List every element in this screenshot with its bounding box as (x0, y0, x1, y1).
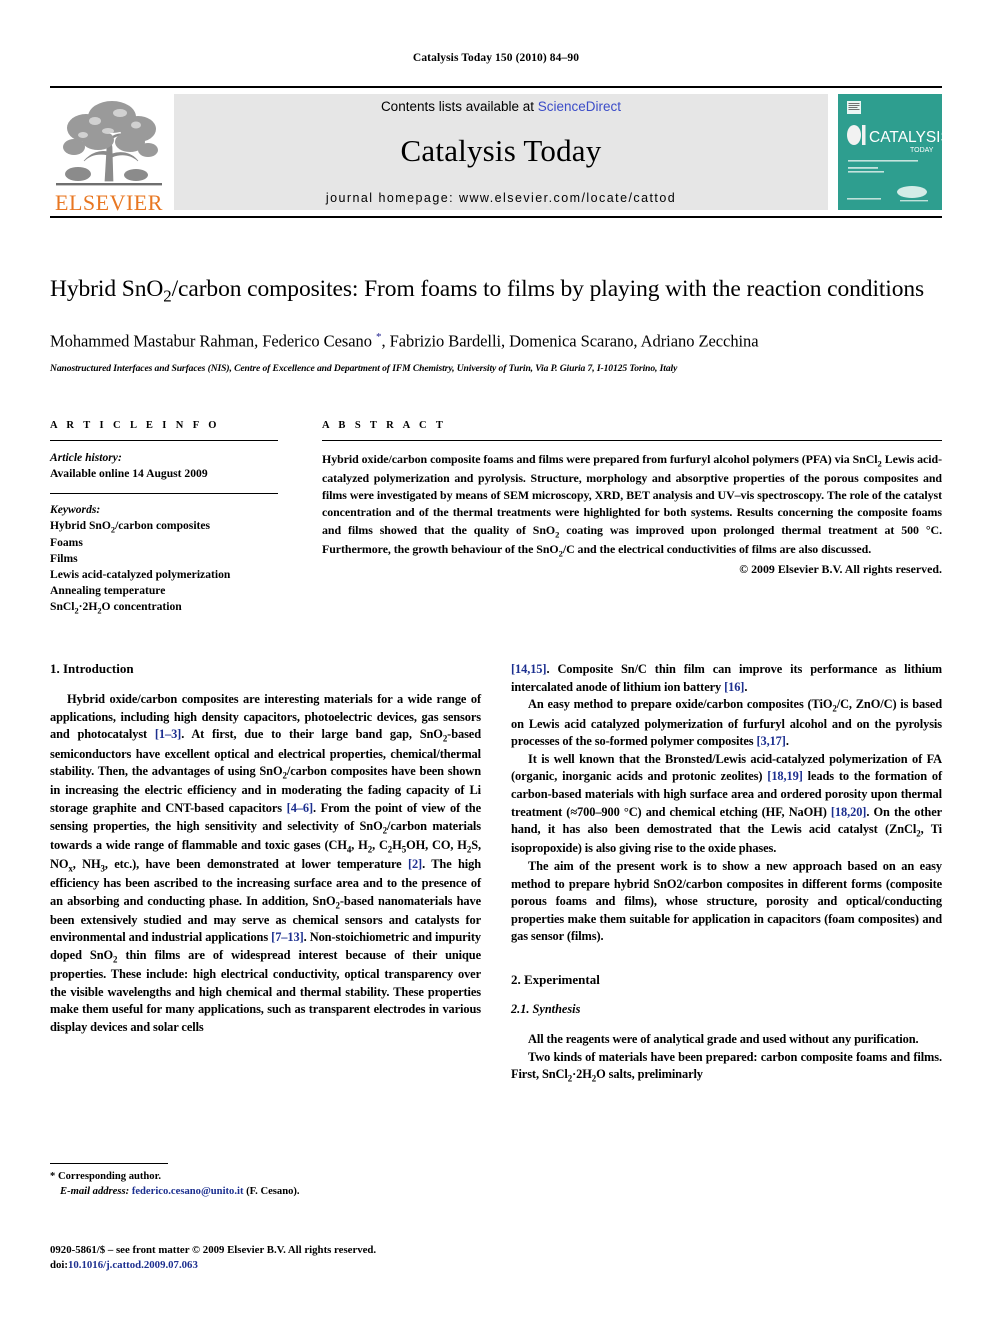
journal-cover-thumbnail: CATALYSIS TODAY (838, 94, 951, 210)
elsevier-wordmark: ELSEVIER (55, 190, 163, 215)
citation-ref[interactable]: [1–3] (155, 727, 181, 741)
keyword-item: Annealing temperature (50, 584, 166, 598)
keywords-list: Hybrid SnO2/carbon composites Foams Film… (50, 518, 278, 618)
affiliation: Nanostructured Interfaces and Surfaces (… (50, 362, 678, 374)
abstract-copyright: © 2009 Elsevier B.V. All rights reserved… (739, 562, 942, 577)
footnote-divider (50, 1163, 168, 1164)
article-page: Catalysis Today 150 (2010) 84–90 ELSEVIE… (0, 0, 992, 1323)
corresponding-author-marker: * (376, 331, 382, 344)
article-info-heading: A R T I C L E I N F O (50, 419, 220, 431)
citation-ref[interactable]: [7–13] (271, 930, 304, 944)
paragraph-intro-1-cont: [14,15]. Composite Sn/C thin film can im… (511, 662, 942, 694)
keywords-label: Keywords: (50, 502, 101, 516)
journal-header-band: ELSEVIER Contents lists available at Sci… (50, 86, 951, 218)
page-title: Hybrid SnO2/carbon composites: From foam… (50, 276, 925, 306)
elsevier-tree-icon (56, 101, 162, 186)
elsevier-logo: ELSEVIER (50, 88, 168, 216)
article-info-rule (50, 439, 278, 441)
keyword-item: Films (50, 552, 78, 566)
paragraph-intro-4: The aim of the present work is to show a… (511, 858, 942, 944)
page-footer: 0920-5861/$ – see front matter © 2009 El… (50, 1243, 520, 1274)
citation-ref[interactable]: [2] (408, 857, 422, 871)
abstract-rule (322, 439, 942, 441)
paragraph-synthesis-1: All the reagents were of analytical grad… (528, 1032, 919, 1047)
cover-image: CATALYSIS TODAY (838, 94, 951, 210)
email-suffix: (F. Cesano). (246, 1186, 300, 1198)
citation-ref[interactable]: [18,19] (767, 769, 803, 783)
keyword-item: Hybrid SnO2/carbon composites (50, 518, 211, 534)
footnote-star: * (50, 1171, 56, 1182)
corresponding-author-text: Corresponding author. (57, 1171, 161, 1182)
doi-line: doi:10.1016/j.cattod.2009.07.063 (50, 1258, 520, 1273)
info-abstract-row: A R T I C L E I N F O Article history: A… (50, 420, 942, 618)
citation-ref[interactable]: [4–6] (287, 801, 313, 815)
keyword-item: Foams (50, 536, 83, 550)
running-head: Catalysis Today 150 (2010) 84–90 (412, 52, 580, 64)
keywords-rule (50, 492, 278, 494)
issn-copyright-line: 0920-5861/$ – see front matter © 2009 El… (50, 1244, 377, 1256)
paragraph-intro-1: Hybrid oxide/carbon composites are inter… (50, 692, 481, 1034)
keyword-item: Lewis acid-catalyzed polymerization (50, 568, 231, 582)
doi-label: doi: (50, 1259, 68, 1272)
sciencedirect-link[interactable]: ScienceDirect (538, 99, 621, 114)
journal-title: Catalysis Today (400, 133, 602, 168)
article-history-label: Article history: (50, 450, 122, 464)
email-link[interactable]: federico.cesano@unito.it (132, 1186, 244, 1197)
paragraph-intro-3: It is well known that the Bronsted/Lewis… (511, 751, 943, 856)
contents-available-line: Contents lists available at ScienceDirec… (381, 99, 621, 114)
keyword-item: SnCl2·2H2O concentration (50, 600, 182, 616)
abstract-text: Hybrid oxide/carbon composite foams and … (322, 451, 942, 558)
body-right-column: [14,15]. Composite Sn/C thin film can im… (511, 661, 942, 1085)
body-left-column: 1. Introduction Hybrid oxide/carbon comp… (50, 661, 481, 1085)
article-info-column: A R T I C L E I N F O Article history: A… (50, 420, 278, 618)
abstract-column: A B S T R A C T Hybrid oxide/carbon comp… (322, 420, 942, 618)
article-history-value: Available online 14 August 2009 (50, 466, 208, 480)
section-title-introduction: 1. Introduction (50, 661, 134, 677)
body-two-column: 1. Introduction Hybrid oxide/carbon comp… (50, 661, 942, 1085)
corresponding-author-footnote: * Corresponding author. E-mail address: … (50, 1163, 480, 1200)
author-list: Mohammed Mastabur Rahman, Federico Cesan… (50, 331, 759, 351)
citation-ref[interactable]: [3,17] (756, 734, 785, 748)
email-label: E-mail address: (60, 1186, 130, 1198)
journal-homepage-line[interactable]: journal homepage: www.elsevier.com/locat… (326, 191, 676, 205)
journal-masthead: Contents lists available at ScienceDirec… (174, 94, 828, 210)
paragraph-intro-2: An easy method to prepare oxide/carbon c… (511, 697, 942, 749)
section-title-experimental: 2. Experimental (511, 972, 600, 988)
citation-ref[interactable]: [14,15] (511, 662, 547, 676)
citation-ref[interactable]: [18,20] (831, 805, 867, 819)
svg-text:TODAY: TODAY (910, 147, 934, 154)
contents-prefix-text: Contents lists available at (380, 99, 538, 114)
email-line: E-mail address: federico.cesano@unito.it… (50, 1184, 480, 1199)
svg-text:CATALYSIS: CATALYSIS (869, 129, 942, 146)
abstract-heading: A B S T R A C T (322, 419, 447, 431)
doi-link[interactable]: 10.1016/j.cattod.2009.07.063 (68, 1259, 198, 1271)
title-block: Hybrid SnO2/carbon composites: From foam… (50, 274, 942, 374)
corresponding-author-line: * Corresponding author. (50, 1169, 480, 1184)
citation-ref[interactable]: [16] (724, 680, 744, 694)
paragraph-synthesis-2: Two kinds of materials have been prepare… (511, 1049, 942, 1084)
subsection-title-synthesis: 2.1. Synthesis (511, 1002, 581, 1017)
